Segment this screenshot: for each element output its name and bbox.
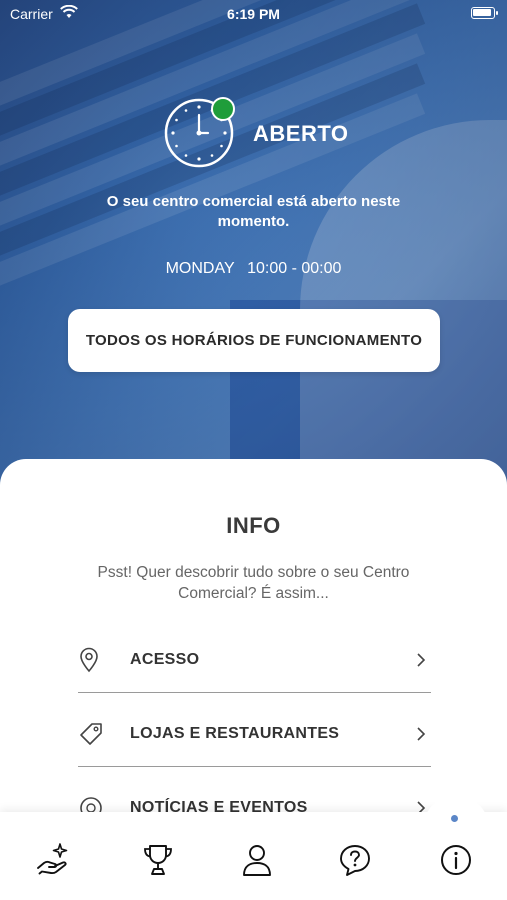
today-time-range: 10:00 - 00:00 xyxy=(247,260,342,277)
map-pin-icon xyxy=(78,645,118,675)
hero-background xyxy=(0,0,507,490)
all-hours-button[interactable]: TODOS OS HORÁRIOS DE FUNCIONAMENTO xyxy=(68,309,440,372)
chevron-right-icon xyxy=(411,726,431,742)
open-status-label: ABERTO xyxy=(253,121,349,146)
battery-icon xyxy=(471,7,498,19)
user-icon xyxy=(243,845,271,876)
today-day: MONDAY xyxy=(165,260,235,277)
today-hours: MONDAY 10:00 - 00:00 xyxy=(0,260,507,278)
info-title: INFO xyxy=(226,513,281,538)
info-item-lojas[interactable]: LOJAS E RESTAURANTES xyxy=(78,701,431,767)
help-icon xyxy=(340,845,370,876)
info-item-acesso[interactable]: ACESSO xyxy=(78,627,431,693)
info-item-label: ACESSO xyxy=(130,650,200,668)
info-subtitle: Psst! Quer descobrir tudo sobre o seu Ce… xyxy=(97,564,410,602)
info-item-label: LOJAS E RESTAURANTES xyxy=(130,724,340,742)
tab-info[interactable] xyxy=(434,838,478,882)
status-time: 6:19 PM xyxy=(227,6,280,22)
tab-rewards[interactable] xyxy=(136,838,180,882)
tab-profile[interactable] xyxy=(235,838,279,882)
tab-help[interactable] xyxy=(333,838,377,882)
trophy-icon xyxy=(144,845,172,875)
open-status-description: O seu centro comercial está aberto neste… xyxy=(106,193,401,230)
tag-icon xyxy=(78,719,118,749)
open-status-dot xyxy=(211,97,235,121)
active-tab-dot xyxy=(451,815,458,822)
info-icon xyxy=(441,845,471,875)
hand-sparkle-icon xyxy=(37,843,68,875)
chevron-right-icon xyxy=(411,652,431,668)
status-bar: Carrier 6:19 PM xyxy=(0,0,507,28)
tab-offers[interactable] xyxy=(32,838,76,882)
